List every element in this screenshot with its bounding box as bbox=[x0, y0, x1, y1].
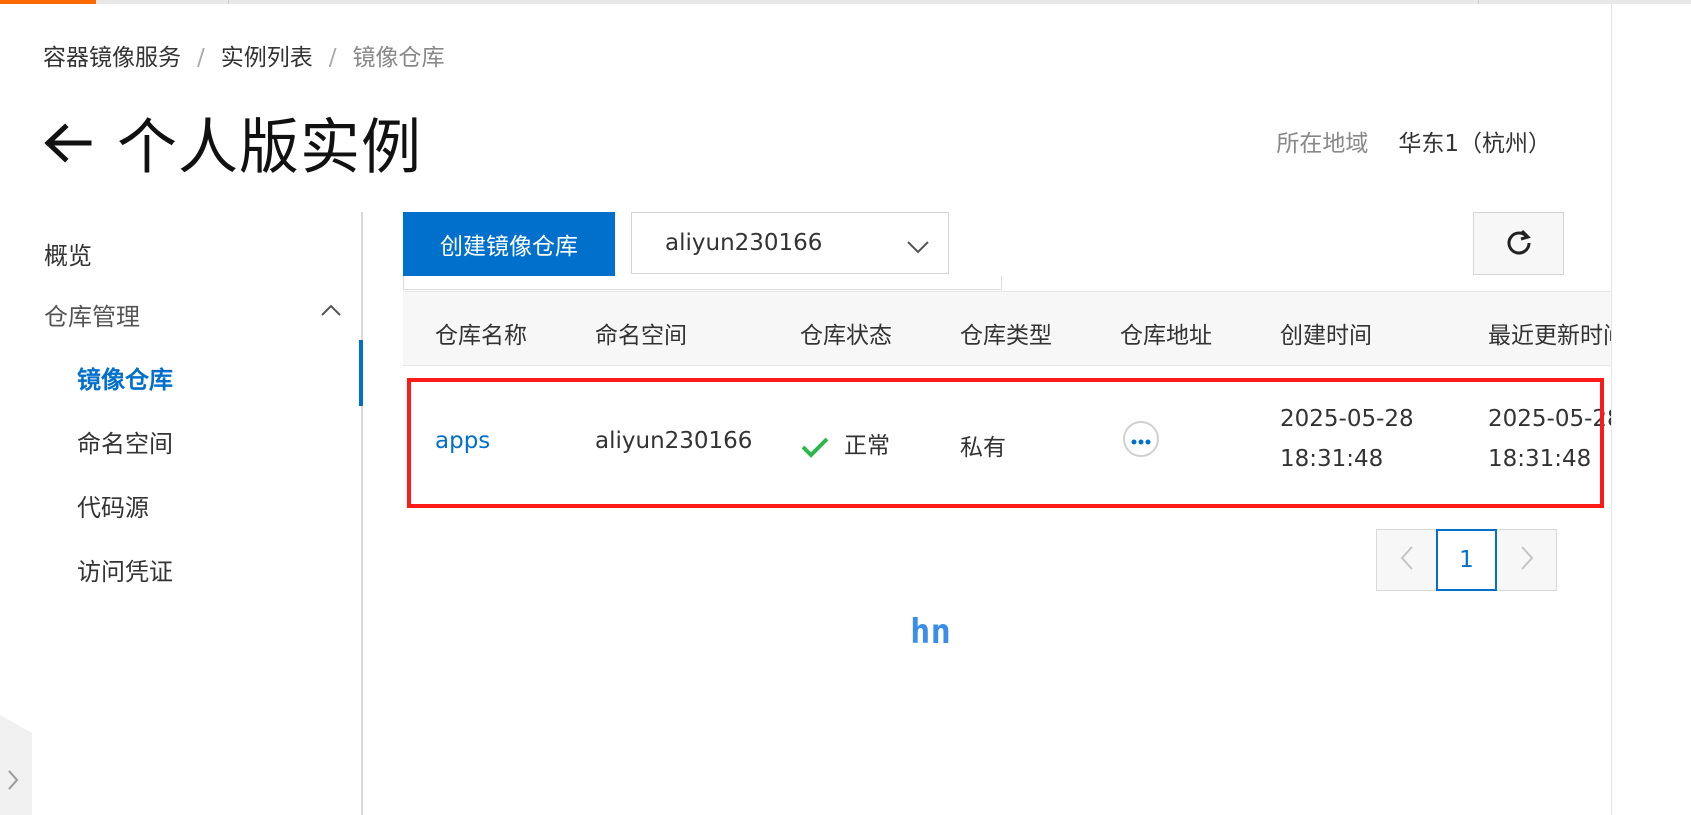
breadcrumb-item-service[interactable]: 容器镜像服务 bbox=[43, 38, 181, 72]
chevron-right-icon bbox=[1520, 545, 1534, 575]
column-header-updated: 最近更新时间 bbox=[1488, 323, 1611, 349]
column-header-namespace: 命名空间 bbox=[595, 323, 687, 349]
sidebar-item-code-source[interactable]: 代码源 bbox=[77, 488, 149, 523]
top-divider bbox=[1478, 0, 1479, 4]
pagination: 1 bbox=[1376, 529, 1557, 591]
column-header-created: 创建时间 bbox=[1280, 323, 1372, 349]
refresh-icon bbox=[1505, 228, 1533, 260]
page-title: 个人版实例 bbox=[117, 113, 422, 183]
column-header-name: 仓库名称 bbox=[435, 323, 527, 349]
content-right-border bbox=[1611, 0, 1612, 815]
pagination-prev-button[interactable] bbox=[1376, 529, 1437, 591]
breadcrumb-item-current: 镜像仓库 bbox=[352, 45, 445, 71]
chevron-up-icon[interactable] bbox=[320, 302, 342, 316]
sidebar-item-image-repo[interactable]: 镜像仓库 bbox=[77, 360, 173, 395]
top-strip bbox=[0, 0, 1691, 4]
sidebar-group-repo-management[interactable]: 仓库管理 bbox=[44, 297, 140, 332]
title-row: 个人版实例 bbox=[43, 105, 422, 183]
region-value: 华东1（杭州） bbox=[1398, 131, 1551, 157]
breadcrumb-separator: / bbox=[197, 45, 205, 71]
namespace-select[interactable]: aliyun230166 bbox=[631, 212, 949, 274]
breadcrumb-separator: / bbox=[328, 45, 337, 71]
footer-mark: hn bbox=[910, 612, 951, 652]
highlight-box bbox=[407, 378, 1604, 508]
region-info: 所在地域 华东1（杭州） bbox=[1276, 124, 1551, 158]
sidebar-active-indicator bbox=[359, 340, 363, 406]
region-label: 所在地域 bbox=[1276, 131, 1369, 157]
sidebar-item-namespace[interactable]: 命名空间 bbox=[77, 424, 173, 459]
top-divider bbox=[228, 0, 229, 4]
column-header-type: 仓库类型 bbox=[960, 323, 1052, 349]
top-accent bbox=[0, 0, 96, 4]
column-header-address: 仓库地址 bbox=[1120, 323, 1212, 349]
sidebar-divider bbox=[361, 212, 363, 815]
pagination-page-current[interactable]: 1 bbox=[1436, 529, 1497, 591]
create-repo-button[interactable]: 创建镜像仓库 bbox=[403, 212, 615, 276]
chevron-down-icon bbox=[906, 235, 930, 254]
table-header: 仓库名称 命名空间 仓库状态 仓库类型 仓库地址 创建时间 最近更新时间 bbox=[403, 291, 1611, 366]
back-arrow-icon[interactable] bbox=[43, 119, 93, 167]
sidebar-item-overview[interactable]: 概览 bbox=[44, 236, 92, 271]
refresh-button[interactable] bbox=[1473, 212, 1564, 275]
sidebar-item-access-credential[interactable]: 访问凭证 bbox=[77, 552, 173, 587]
sidebar-expand-tab[interactable] bbox=[0, 715, 32, 815]
namespace-select-value: aliyun230166 bbox=[665, 230, 823, 256]
chevron-left-icon bbox=[1400, 545, 1414, 575]
toolbar-underline bbox=[403, 276, 1002, 290]
breadcrumb-item-instances[interactable]: 实例列表 bbox=[221, 38, 313, 72]
expand-icon[interactable] bbox=[6, 768, 20, 792]
pagination-next-button[interactable] bbox=[1496, 529, 1557, 591]
column-header-status: 仓库状态 bbox=[800, 323, 892, 349]
breadcrumb: 容器镜像服务 / 实例列表 / 镜像仓库 bbox=[43, 38, 445, 72]
